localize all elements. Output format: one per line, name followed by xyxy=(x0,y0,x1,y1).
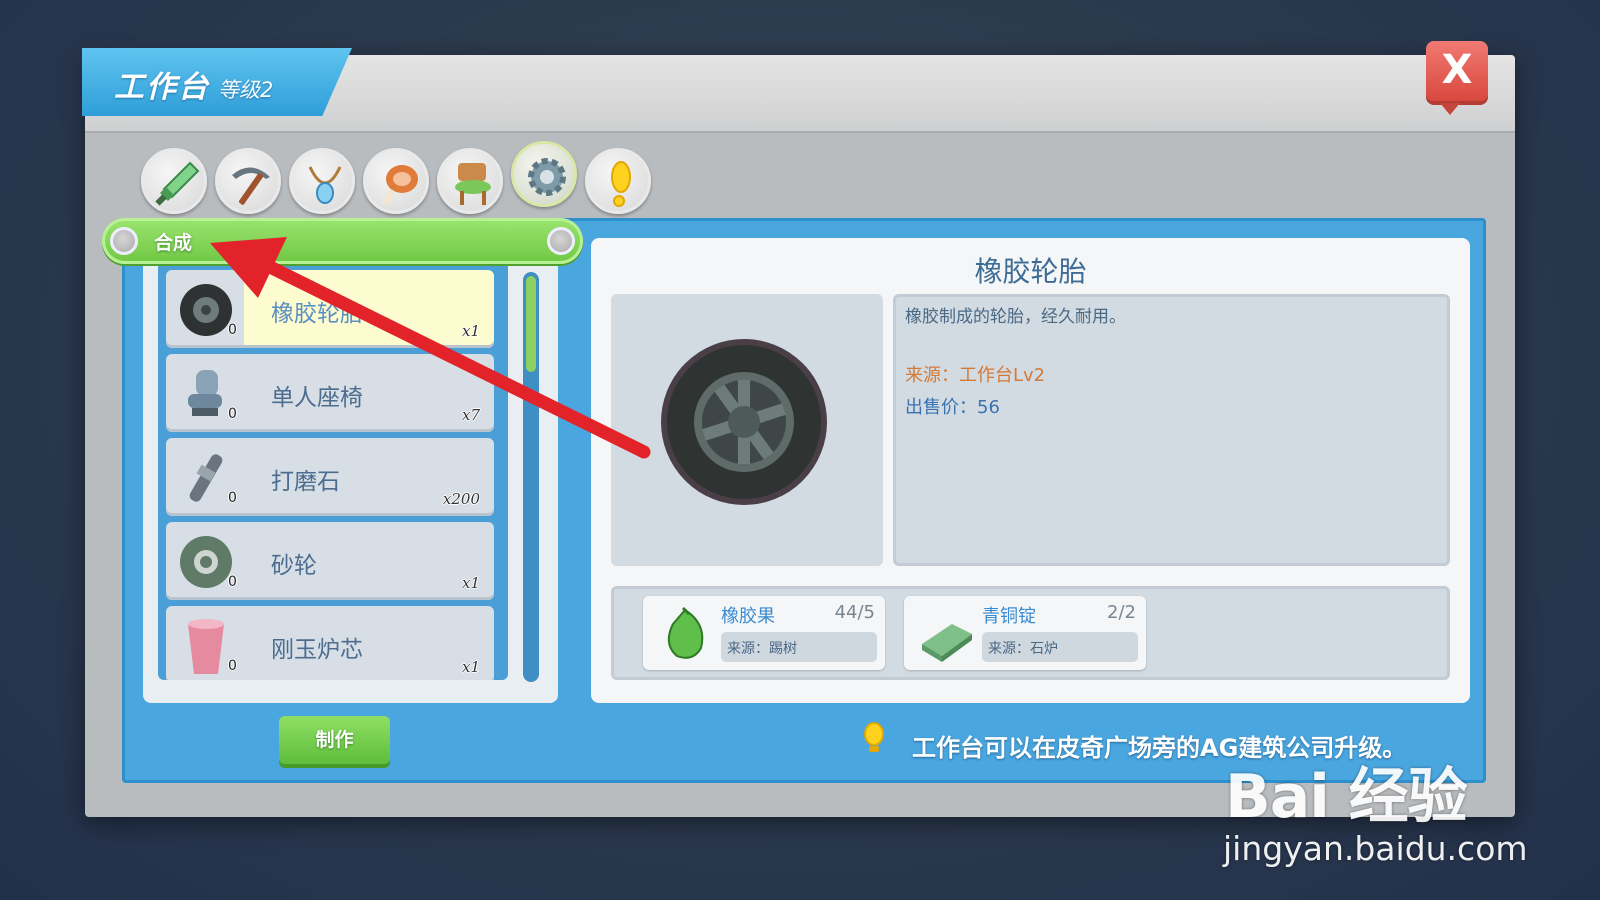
left-knob-icon xyxy=(110,227,138,255)
recipe-item-rubber-tire[interactable]: 0 橡胶轮胎 x1 xyxy=(166,270,494,348)
section-header[interactable]: 合成 xyxy=(102,218,583,264)
recipe-quantity: x7 xyxy=(461,406,480,424)
right-knob-icon xyxy=(547,227,575,255)
material-rubber-fruit[interactable]: 橡胶果 44/5 来源：踢树 xyxy=(643,596,885,670)
materials-row: 橡胶果 44/5 来源：踢树 青铜锭 2/2 来源：石炉 xyxy=(611,586,1450,680)
material-count: 2/2 xyxy=(1107,602,1136,623)
window-title: 工作台 xyxy=(114,70,210,105)
owned-count: 0 xyxy=(228,574,237,590)
owned-count: 0 xyxy=(228,490,237,506)
chair-icon xyxy=(455,163,491,205)
baidu-watermark: Bai 经验 jingyan.baidu.com xyxy=(1223,748,1528,868)
meat-icon xyxy=(383,165,418,205)
category-special[interactable] xyxy=(585,148,651,214)
recipe-quantity: x1 xyxy=(461,658,480,676)
recipe-name: 橡胶轮胎 xyxy=(271,301,363,327)
recipe-item-single-seat[interactable]: 0 单人座椅 x7 xyxy=(166,354,494,432)
recipe-quantity: x1 xyxy=(461,574,480,592)
material-name: 橡胶果 xyxy=(721,606,775,627)
grinding-wheel-icon xyxy=(180,536,232,588)
rubber-fruit-icon xyxy=(667,606,704,659)
watermark-logo: Bai 经验 xyxy=(1225,762,1468,832)
material-count: 44/5 xyxy=(834,602,875,623)
title-tab: 工作台 等级2 xyxy=(82,48,352,116)
item-price: 出售价：56 xyxy=(905,397,1000,418)
gear-icon xyxy=(528,158,566,196)
recipe-name: 打磨石 xyxy=(271,469,340,495)
recipe-name: 砂轮 xyxy=(271,553,317,579)
material-source: 来源：石炉 xyxy=(982,632,1138,662)
seat-icon xyxy=(188,370,222,416)
recipe-name: 单人座椅 xyxy=(271,385,363,411)
owned-count: 0 xyxy=(228,406,237,422)
tire-icon xyxy=(661,339,827,505)
category-furniture[interactable] xyxy=(437,148,503,214)
category-accessories[interactable] xyxy=(289,148,355,214)
recipe-item-grindstone[interactable]: 0 打磨石 x200 xyxy=(166,438,494,516)
category-tools[interactable] xyxy=(215,148,281,214)
item-source: 来源：工作台Lv2 xyxy=(905,365,1046,386)
item-description-box: 橡胶制成的轮胎，经久耐用。 来源：工作台Lv2 出售价：56 xyxy=(893,294,1450,566)
recipe-quantity: x200 xyxy=(442,490,480,508)
material-name: 青铜锭 xyxy=(982,606,1036,627)
necklace-icon xyxy=(308,166,342,204)
close-button[interactable]: X xyxy=(1426,41,1488,115)
recipe-list-scrollbar[interactable] xyxy=(523,272,539,682)
recipe-name: 刚玉炉芯 xyxy=(271,637,363,663)
recipe-item-grinding-wheel[interactable]: 0 砂轮 x1 xyxy=(166,522,494,600)
item-detail-panel: 橡胶轮胎 橡胶制成的轮胎，经久耐用。 来源：工作台Lv2 出售价：56 橡胶果 … xyxy=(591,238,1470,703)
recipe-item-corundum-core[interactable]: 0 刚玉炉芯 x1 xyxy=(166,606,494,680)
make-button[interactable]: 制作 xyxy=(279,716,390,764)
scrollbar-thumb[interactable] xyxy=(526,276,536,372)
corundum-core-icon xyxy=(188,619,224,674)
workbench-level: 等级2 xyxy=(218,78,274,102)
tire-icon xyxy=(180,284,232,336)
exclamation-icon xyxy=(611,161,631,207)
category-food[interactable] xyxy=(363,148,429,214)
item-preview xyxy=(611,294,883,566)
material-bronze-ingot[interactable]: 青铜锭 2/2 来源：石炉 xyxy=(904,596,1146,670)
category-materials[interactable] xyxy=(511,141,577,207)
material-source: 来源：踢树 xyxy=(721,632,877,662)
pickaxe-icon xyxy=(232,167,270,205)
owned-count: 0 xyxy=(228,658,237,674)
watermark-url: jingyan.baidu.com xyxy=(1223,829,1528,868)
owned-count: 0 xyxy=(228,322,237,338)
bronze-ingot-icon xyxy=(922,624,972,662)
recipe-list: 0 橡胶轮胎 x1 0 单人座椅 x7 0 打磨石 x200 0 砂轮 x1 0… xyxy=(158,262,508,680)
item-title: 橡胶轮胎 xyxy=(974,255,1087,288)
category-weapons[interactable] xyxy=(141,148,207,214)
lightbulb-icon xyxy=(864,722,884,752)
section-label: 合成 xyxy=(154,232,193,254)
recipe-quantity: x1 xyxy=(461,322,480,340)
item-description: 橡胶制成的轮胎，经久耐用。 xyxy=(905,307,1126,327)
grindstone-icon xyxy=(189,454,223,502)
sword-icon xyxy=(155,161,200,206)
